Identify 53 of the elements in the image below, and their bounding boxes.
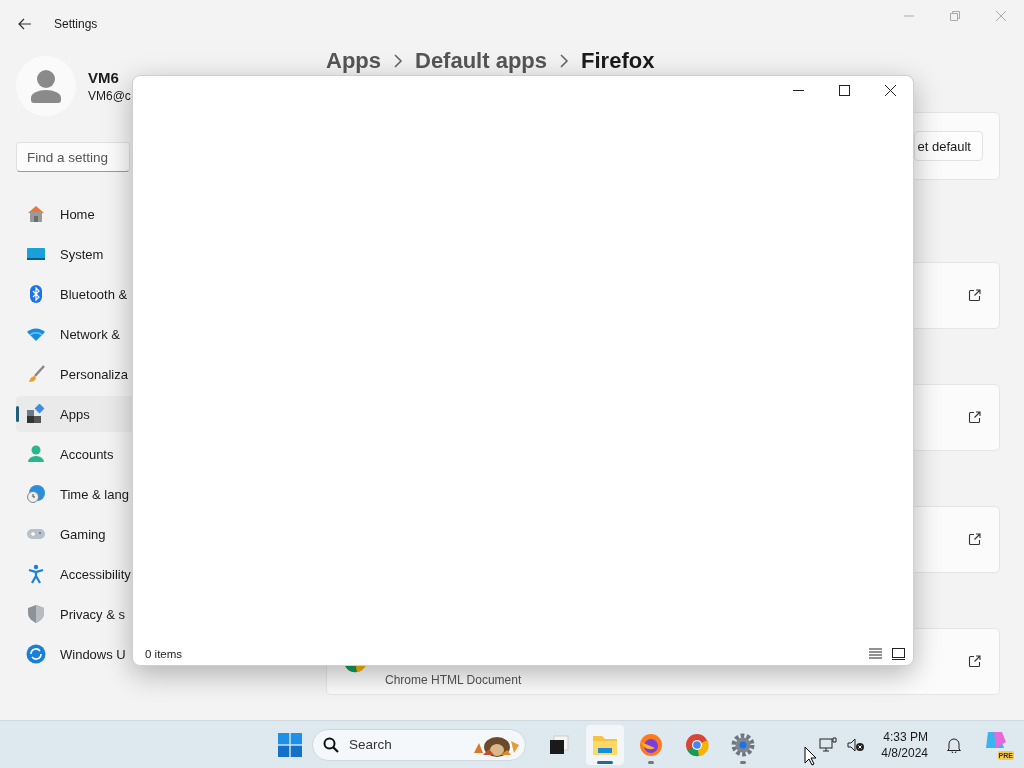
sidebar-item[interactable]: Network & xyxy=(16,316,310,352)
sidebar-item[interactable]: Accounts xyxy=(16,436,310,472)
open-external-icon[interactable] xyxy=(968,411,981,424)
breadcrumb-item[interactable]: Apps xyxy=(326,48,381,74)
tiles-view-icon[interactable] xyxy=(892,648,905,660)
find-setting-field[interactable]: Find a setting xyxy=(16,142,130,172)
sidebar-item[interactable]: Accessibility xyxy=(16,556,310,592)
search-icon xyxy=(323,736,339,753)
breadcrumb-item: Firefox xyxy=(581,48,655,74)
firefox-icon xyxy=(639,732,663,757)
volume-muted-icon[interactable] xyxy=(847,736,866,753)
avatar-icon xyxy=(16,56,76,116)
mouse-cursor-icon xyxy=(804,746,817,766)
gear-icon xyxy=(731,732,755,757)
house-icon xyxy=(26,204,46,224)
person-icon xyxy=(26,444,46,464)
sidebar-item[interactable]: Home xyxy=(16,196,310,232)
sidebar-item[interactable]: Gaming xyxy=(16,516,310,552)
open-external-icon[interactable] xyxy=(968,533,981,546)
sidebar-item[interactable]: Privacy & s xyxy=(16,596,310,632)
bell-icon[interactable] xyxy=(946,736,962,753)
details-view-icon[interactable] xyxy=(869,648,882,660)
clock[interactable]: 4:33 PM 4/8/2024 xyxy=(881,728,928,761)
apps-icon xyxy=(26,404,46,424)
window-title: Settings xyxy=(54,17,98,31)
sidebar-item[interactable]: Personaliza xyxy=(16,356,310,392)
sidebar-item[interactable]: Time & lang xyxy=(16,476,310,512)
network-wired-icon[interactable] xyxy=(819,736,838,753)
accessibility-icon xyxy=(26,564,46,584)
chevron-icon xyxy=(559,54,570,68)
maximize-icon[interactable] xyxy=(839,85,850,96)
chrome-icon xyxy=(685,732,709,757)
taskbar-search-box[interactable]: Search xyxy=(312,728,526,761)
shield-icon xyxy=(26,604,46,624)
open-external-icon[interactable] xyxy=(968,655,981,668)
set-default-button[interactable]: et default xyxy=(913,131,983,161)
task-view-icon xyxy=(548,733,570,756)
chevron-icon xyxy=(393,54,403,68)
copilot-icon xyxy=(984,729,1008,750)
sidebar-item[interactable]: Bluetooth & xyxy=(16,276,310,312)
windows-start-icon[interactable] xyxy=(278,732,302,757)
sync-icon xyxy=(26,644,46,664)
paintbrush-icon xyxy=(26,364,46,384)
breadcrumb-item[interactable]: Default apps xyxy=(415,48,548,74)
globe-clock-icon xyxy=(26,484,46,504)
status-text: 0 items xyxy=(145,648,183,660)
back-arrow-icon[interactable] xyxy=(18,18,32,30)
close-icon[interactable] xyxy=(885,85,896,96)
sidebar-item[interactable]: System xyxy=(16,236,310,272)
user-name: VM6 xyxy=(88,69,120,86)
open-external-icon[interactable] xyxy=(968,289,981,302)
user-email: VM6@c xyxy=(88,89,131,103)
app-subtitle: Chrome HTML Document xyxy=(385,673,522,687)
